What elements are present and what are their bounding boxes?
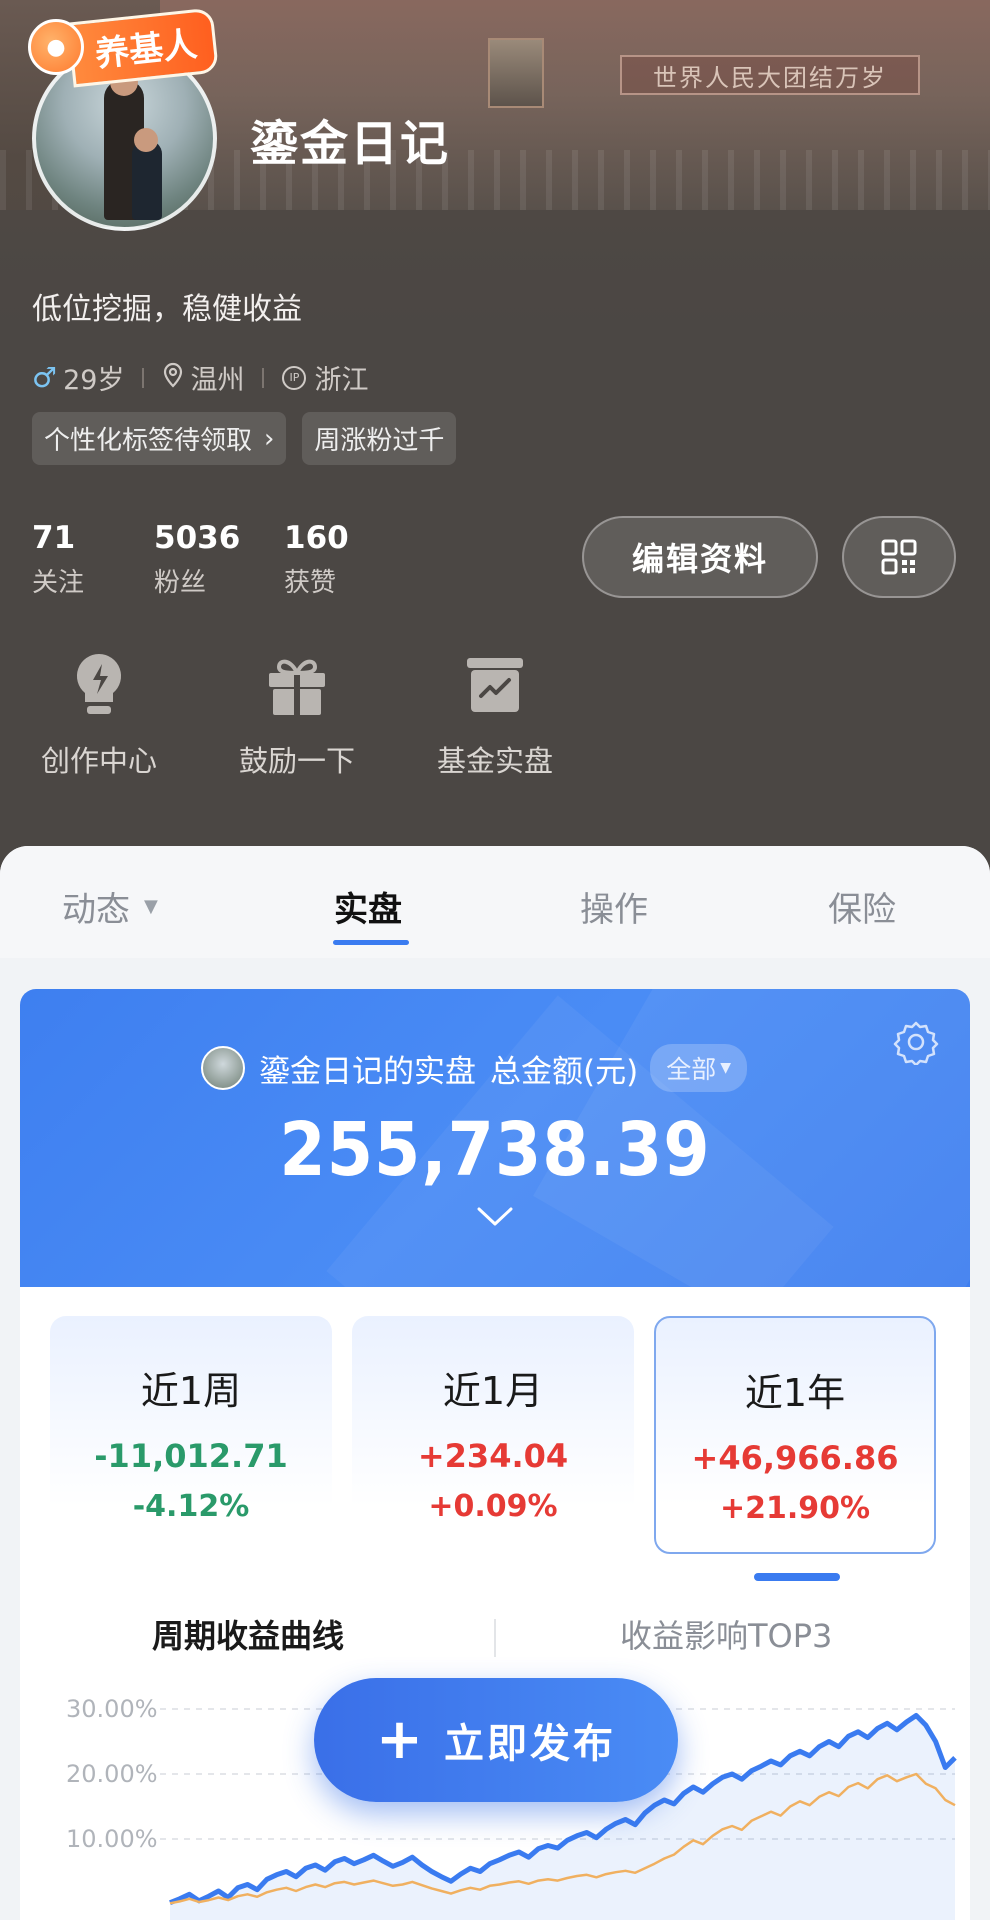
age-text: 29岁 — [63, 365, 125, 396]
period-amount: +46,966.86 — [691, 1439, 899, 1477]
subtab-return-curve[interactable]: 周期收益曲线 — [152, 1611, 344, 1657]
tag-label: 周涨粉过千 — [314, 426, 445, 456]
gift-icon — [262, 650, 332, 720]
tab-insurance[interactable]: 保险 — [828, 882, 896, 931]
total-amount-label: 总金额(元) — [490, 1053, 639, 1090]
stat-following[interactable]: 71 关注 — [32, 520, 154, 599]
lightbulb-icon — [64, 650, 134, 720]
stats-row: 71 关注 5036 粉丝 160 获赞 — [32, 520, 414, 599]
meta-divider — [142, 367, 145, 388]
period-card-year[interactable]: 近1年 +46,966.86 +21.90% — [654, 1316, 936, 1554]
tag-label: 个性化标签待领取 — [44, 426, 253, 456]
period-cards: 近1周 -11,012.71 -4.12% 近1月 +234.04 +0.09%… — [50, 1316, 936, 1554]
city-text: 温州 — [190, 365, 245, 396]
tag-row: 个性化标签待领取 › 周涨粉过千 — [32, 412, 457, 465]
location-item: 温州 — [162, 358, 244, 397]
ip-icon: IP — [282, 365, 307, 390]
avatar-figure-child — [132, 140, 162, 220]
period-percent: +0.09% — [428, 1489, 558, 1524]
y-tick-label: 10.00% — [66, 1825, 158, 1853]
tab-operations[interactable]: 操作 — [580, 882, 648, 931]
period-name: 近1周 — [140, 1369, 242, 1413]
meta-divider — [262, 367, 265, 388]
publish-button[interactable]: + 立即发布 — [314, 1678, 678, 1802]
tag-follower-growth[interactable]: 周涨粉过千 — [302, 412, 457, 465]
subtab-top3[interactable]: 收益影响TOP3 — [620, 1611, 832, 1657]
period-amount: -11,012.71 — [94, 1437, 288, 1475]
location-pin-icon — [162, 362, 184, 394]
tab-label: 操作 — [580, 890, 648, 930]
shortcut-creation-center[interactable]: 创作中心 — [0, 650, 198, 780]
period-card-week[interactable]: 近1周 -11,012.71 -4.12% — [50, 1316, 332, 1554]
profile-header: 世界人民大团结万岁 ● 养基人 鎏金日记 低位挖掘，稳健收益 ♂ 29岁 温州 … — [0, 0, 990, 880]
portfolio-summary: 鎏金日记的实盘 总金额(元) 全部 ▼ 255,738.39 — [20, 989, 970, 1287]
mini-avatar — [201, 1046, 245, 1090]
stat-number: 160 — [284, 520, 349, 556]
tag-personalized[interactable]: 个性化标签待领取 › — [32, 412, 287, 465]
y-tick-label: 30.00% — [66, 1695, 158, 1723]
qr-code-icon — [881, 539, 917, 575]
stat-label: 关注 — [32, 568, 85, 598]
tab-bar: 动态 ▼ 实盘 操作 保险 — [0, 846, 990, 958]
chart-box-icon — [460, 650, 530, 720]
avatar-head-child — [134, 128, 158, 152]
portfolio-owner-label: 鎏金日记的实盘 — [259, 1053, 476, 1090]
shortcut-row: 创作中心 鼓励一下 基金实盘 — [0, 650, 594, 780]
shortcut-fund-portfolio[interactable]: 基金实盘 — [396, 650, 594, 780]
shortcut-encourage[interactable]: 鼓励一下 — [198, 650, 396, 780]
filter-dropdown[interactable]: 全部 ▼ — [650, 1044, 747, 1092]
period-card-month[interactable]: 近1月 +234.04 +0.09% — [352, 1316, 634, 1554]
period-name: 近1年 — [744, 1371, 846, 1415]
yangji-badge[interactable]: ● 养基人 — [28, 7, 219, 87]
tab-label: 动态 — [62, 890, 130, 930]
tab-portfolio[interactable]: 实盘 — [334, 882, 402, 931]
stat-label: 获赞 — [284, 568, 337, 598]
tab-label: 实盘 — [334, 890, 402, 930]
stat-followers[interactable]: 5036 粉丝 — [154, 520, 284, 599]
total-amount: 255,738.39 — [279, 1107, 711, 1193]
chart-subtabs: 周期收益曲线 收益影响TOP3 — [20, 1589, 970, 1679]
bio: 低位挖掘，稳健收益 — [32, 292, 302, 327]
period-percent: +21.90% — [719, 1491, 871, 1526]
period-name: 近1月 — [442, 1369, 544, 1413]
shortcut-label: 鼓励一下 — [238, 744, 355, 778]
plus-icon: + — [376, 1707, 426, 1772]
piggy-icon: ● — [28, 19, 84, 75]
caret-down-icon: ▼ — [144, 896, 158, 917]
period-percent: -4.12% — [132, 1489, 250, 1524]
ip-region-text: 浙江 — [314, 365, 369, 396]
caret-down-icon: ▼ — [720, 1060, 731, 1076]
filter-label: 全部 — [666, 1055, 717, 1084]
background-portrait — [488, 38, 544, 108]
qr-code-button[interactable] — [842, 516, 956, 598]
tab-feed[interactable]: 动态 ▼ — [62, 882, 158, 931]
stat-likes[interactable]: 160 获赞 — [284, 520, 414, 599]
settings-gear-icon[interactable] — [893, 1019, 939, 1065]
age-item: ♂ 29岁 — [32, 358, 124, 397]
tab-label: 保险 — [828, 890, 896, 930]
chevron-down-icon[interactable] — [475, 1205, 515, 1229]
period-active-indicator — [754, 1573, 840, 1581]
background-banner: 世界人民大团结万岁 — [620, 55, 920, 95]
stat-label: 粉丝 — [154, 568, 207, 598]
chevron-right-icon: › — [264, 423, 275, 454]
tab-active-indicator — [333, 940, 409, 945]
ip-item: IP 浙江 — [282, 358, 368, 397]
shortcut-label: 创作中心 — [40, 744, 157, 778]
badge-text: 养基人 — [67, 7, 219, 87]
profile-meta: ♂ 29岁 温州 IP 浙江 — [32, 358, 368, 397]
y-tick-label: 20.00% — [66, 1760, 158, 1788]
male-icon: ♂ — [32, 361, 58, 394]
stat-number: 71 — [32, 520, 76, 556]
period-amount: +234.04 — [417, 1437, 569, 1475]
stat-number: 5036 — [154, 520, 241, 556]
publish-label: 立即发布 — [443, 1721, 616, 1767]
subtab-divider — [494, 1619, 496, 1657]
edit-profile-button[interactable]: 编辑资料 — [582, 516, 818, 598]
username: 鎏金日记 — [250, 116, 451, 172]
shortcut-label: 基金实盘 — [436, 744, 553, 778]
portfolio-owner-row: 鎏金日记的实盘 总金额(元) 全部 ▼ — [201, 1044, 747, 1092]
